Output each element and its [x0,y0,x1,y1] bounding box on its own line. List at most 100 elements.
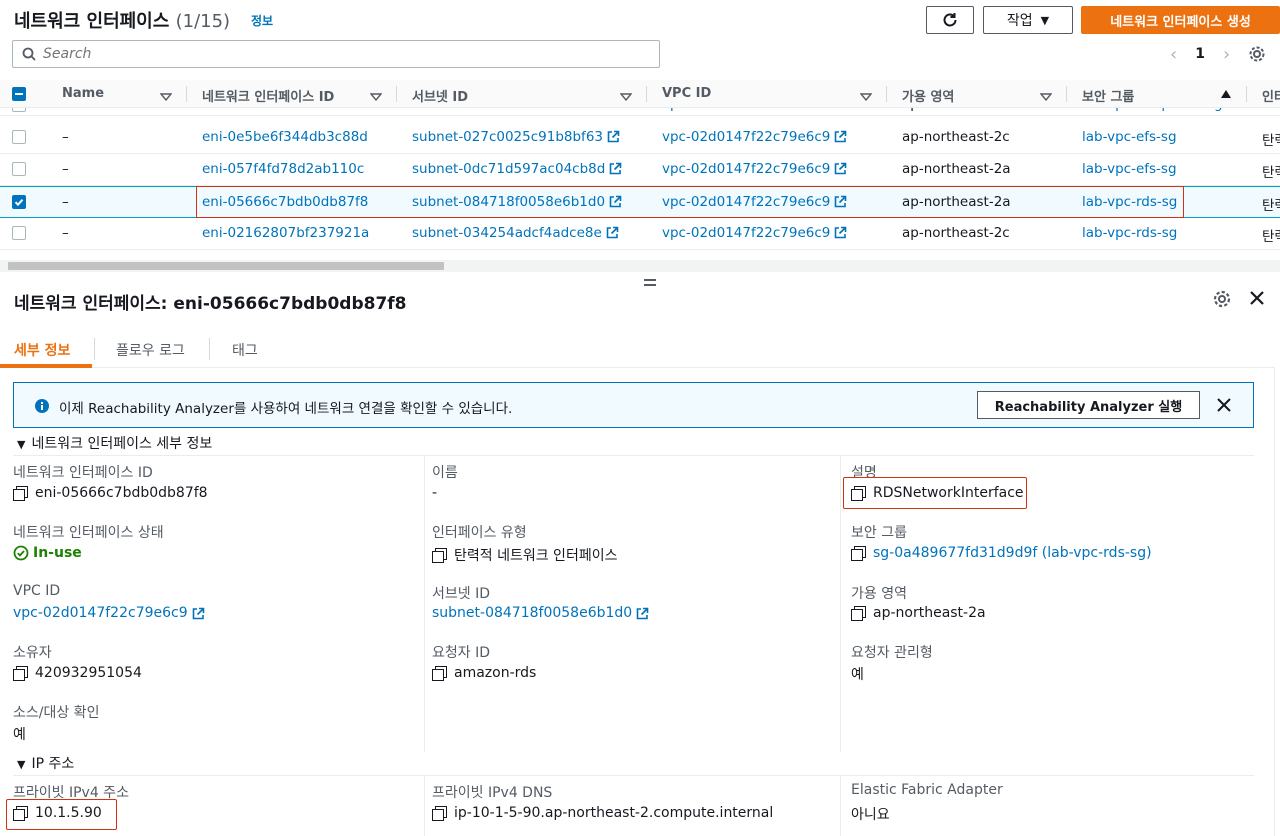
security-group-link[interactable]: lab-vpc-efs-sg [1082,161,1177,177]
col-name[interactable]: Name [62,86,104,101]
table-row[interactable]: – eni-057f4fd78d2ab110c subnet-0dc71d597… [0,154,1280,186]
vpc-link[interactable]: vpc-02d0147f22c79e6c9 [662,225,847,241]
highlight-box [196,186,1184,218]
source-dest-check-value: 예 [13,727,26,743]
copy-icon[interactable] [851,546,866,561]
external-link-icon [835,162,847,175]
col-eni-id[interactable]: 네트워크 인터페이스 ID [202,86,334,105]
security-group-link[interactable]: lab-vpc-efs-sg [1082,129,1177,145]
search-input[interactable] [43,44,643,64]
external-link-icon [835,130,847,143]
subnet-link[interactable]: subnet-034254adcf4adce8e [412,225,619,241]
row-checkbox[interactable] [12,130,26,144]
col-availability-zone[interactable]: 가용 영역 [902,86,954,105]
subnet-link[interactable]: subnet-027c0025c91b8bf63 [412,129,620,145]
copy-icon[interactable] [432,806,447,821]
sort-icon[interactable] [859,90,873,105]
copy-icon[interactable] [13,666,28,681]
col-interface-type[interactable]: 인터 [1262,86,1280,105]
section-ip-header[interactable]: ▼ IP 주소 [17,753,74,773]
sort-icon[interactable] [1039,90,1053,105]
caret-down-icon: ▼ [17,758,26,771]
detail-tabs: 세부 정보 플로우 로그 태그 [0,330,1275,368]
copy-icon[interactable] [13,486,28,501]
row-checkbox-checked[interactable] [12,195,26,209]
next-page-icon[interactable]: › [1223,44,1230,65]
private-dns-value: ip-10-1-5-90.ap-northeast-2.compute.inte… [432,805,773,821]
col-vpc-id[interactable]: VPC ID [662,86,711,101]
security-group-value: sg-0a489677fd31d9d9f (lab-vpc-rds-sg) [851,545,1152,561]
external-link-icon [610,162,622,175]
search-box[interactable] [12,40,660,68]
sort-icon[interactable] [369,90,383,105]
gear-icon[interactable] [1212,289,1232,313]
tab-tags[interactable]: 태그 [232,340,258,360]
requester-id-value: amazon-rds [432,665,536,681]
refresh-icon [943,13,957,27]
availability-zone-value: ap-northeast-2a [851,605,986,621]
horizontal-scrollbar[interactable] [0,260,1280,272]
row-checkbox[interactable] [12,226,26,240]
run-reachability-analyzer-button[interactable]: Reachability Analyzer 실행 [977,391,1200,419]
tab-details[interactable]: 세부 정보 [14,340,70,360]
eni-id-link[interactable]: eni-02162807bf237921a [202,225,369,241]
check-circle-icon [13,545,29,561]
vpc-link[interactable]: vpc-02d0147f22c79e6c9 [662,161,847,177]
pagination: ‹ 1 › [1170,42,1280,66]
close-icon[interactable] [1248,289,1266,311]
scrollbar-thumb[interactable] [8,262,444,270]
copy-icon[interactable] [432,666,447,681]
actions-button[interactable]: 작업 ▼ [983,6,1073,34]
external-link-icon [606,226,619,239]
gear-icon[interactable] [1248,45,1266,63]
network-interfaces-table: Name 네트워크 인터페이스 ID 서브넷 ID VPC ID 가용 영역 보… [0,80,1280,260]
interface-type-value: 탄력적 네트워크 인터페이스 [432,545,617,565]
eni-id-value: eni-05666c7bdb0db87f8 [13,485,208,501]
row-checkbox[interactable] [12,162,26,176]
sort-icon[interactable] [619,90,633,105]
owner-value: 420932951054 [13,665,142,681]
sort-icon[interactable] [159,90,173,105]
caret-down-icon: ▼ [1040,13,1050,27]
name-value: - [432,485,438,501]
eni-id-link[interactable]: eni-057f4fd78d2ab110c [202,161,364,177]
subnet-id-link[interactable]: subnet-084718f0058e6b1d0 [432,605,649,621]
section-details-header[interactable]: ▼ 네트워크 인터페이스 세부 정보 [17,433,212,453]
selection-count: (1/15) [175,11,231,32]
col-subnet-id[interactable]: 서브넷 ID [412,86,468,105]
info-link[interactable]: 정보 [251,12,273,29]
sort-asc-icon[interactable] [1220,88,1232,103]
security-group-link[interactable]: sg-0a489677fd31d9d9f (lab-vpc-rds-sg) [873,545,1152,561]
caret-down-icon: ▼ [17,438,26,451]
page-number[interactable]: 1 [1195,46,1205,62]
close-icon[interactable] [1217,398,1231,412]
select-all-checkbox[interactable] [12,87,26,101]
split-drag-handle[interactable] [644,279,656,286]
external-link-icon [636,607,649,619]
status-badge: In-use [13,545,82,561]
create-network-interface-button[interactable]: 네트워크 인터페이스 생성 [1081,6,1280,34]
copy-icon[interactable] [851,606,866,621]
table-row[interactable]: – eni-0e5be6f344db3c88d subnet-027c0025c… [0,122,1280,154]
page-title: 네트워크 인터페이스 (1/15) [14,11,231,32]
vpc-id-link[interactable]: vpc-02d0147f22c79e6c9 [13,605,205,621]
info-alert: 이제 Reachability Analyzer를 사용하여 네트워크 연결을 … [13,382,1254,428]
detail-title: 네트워크 인터페이스: eni-05666c7bdb0db87f8 [14,294,407,314]
search-icon [22,47,36,61]
col-security-group[interactable]: 보안 그룹 [1082,86,1134,105]
vpc-link[interactable]: vpc-02d0147f22c79e6c9 [662,129,847,145]
eni-id-link[interactable]: eni-0e5be6f344db3c88d [202,129,368,145]
copy-icon[interactable] [432,548,447,563]
tab-flow-logs[interactable]: 플로우 로그 [116,340,185,360]
check-icon [14,199,24,207]
highlight-box [843,477,1027,509]
subnet-link[interactable]: subnet-0dc71d597ac04cb8d [412,161,622,177]
alert-message: 이제 Reachability Analyzer를 사용하여 네트워크 연결을 … [59,401,513,417]
efa-value: 아니요 [851,807,890,823]
security-group-link[interactable]: lab-vpc-rds-sg [1082,225,1177,241]
highlight-box [6,799,117,830]
requester-managed-value: 예 [851,667,864,683]
table-row[interactable]: – eni-02162807bf237921a subnet-034254adc… [0,218,1280,250]
refresh-button[interactable] [926,6,974,34]
prev-page-icon[interactable]: ‹ [1170,44,1177,65]
